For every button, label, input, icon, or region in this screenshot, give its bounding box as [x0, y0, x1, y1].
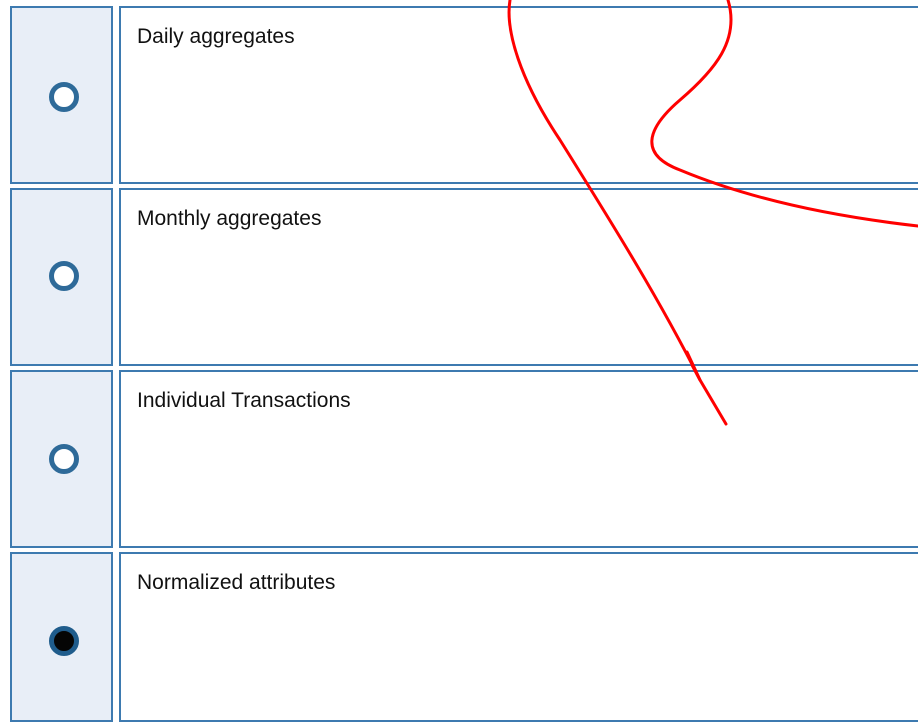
option-label-normalized: Normalized attributes	[137, 571, 336, 594]
option-text-cell: Individual Transactions	[119, 370, 918, 548]
option-text-cell: Daily aggregates	[119, 6, 918, 184]
option-label-monthly: Monthly aggregates	[137, 207, 322, 230]
radio-cell[interactable]	[10, 188, 113, 366]
option-label-individual: Individual Transactions	[137, 389, 351, 412]
radio-cell[interactable]	[10, 370, 113, 548]
radio-button-daily[interactable]	[49, 82, 79, 112]
option-label-daily: Daily aggregates	[137, 25, 295, 48]
option-row-individual[interactable]: Individual Transactions	[0, 370, 918, 548]
radio-cell[interactable]	[10, 552, 113, 722]
radio-button-monthly[interactable]	[49, 261, 79, 291]
option-row-monthly[interactable]: Monthly aggregates	[0, 188, 918, 366]
option-text-cell: Monthly aggregates	[119, 188, 918, 366]
radio-button-normalized[interactable]	[49, 626, 79, 656]
radio-cell[interactable]	[10, 6, 113, 184]
option-row-daily[interactable]: Daily aggregates	[0, 6, 918, 184]
option-text-cell: Normalized attributes	[119, 552, 918, 722]
radio-button-individual[interactable]	[49, 444, 79, 474]
option-row-normalized[interactable]: Normalized attributes	[0, 552, 918, 722]
